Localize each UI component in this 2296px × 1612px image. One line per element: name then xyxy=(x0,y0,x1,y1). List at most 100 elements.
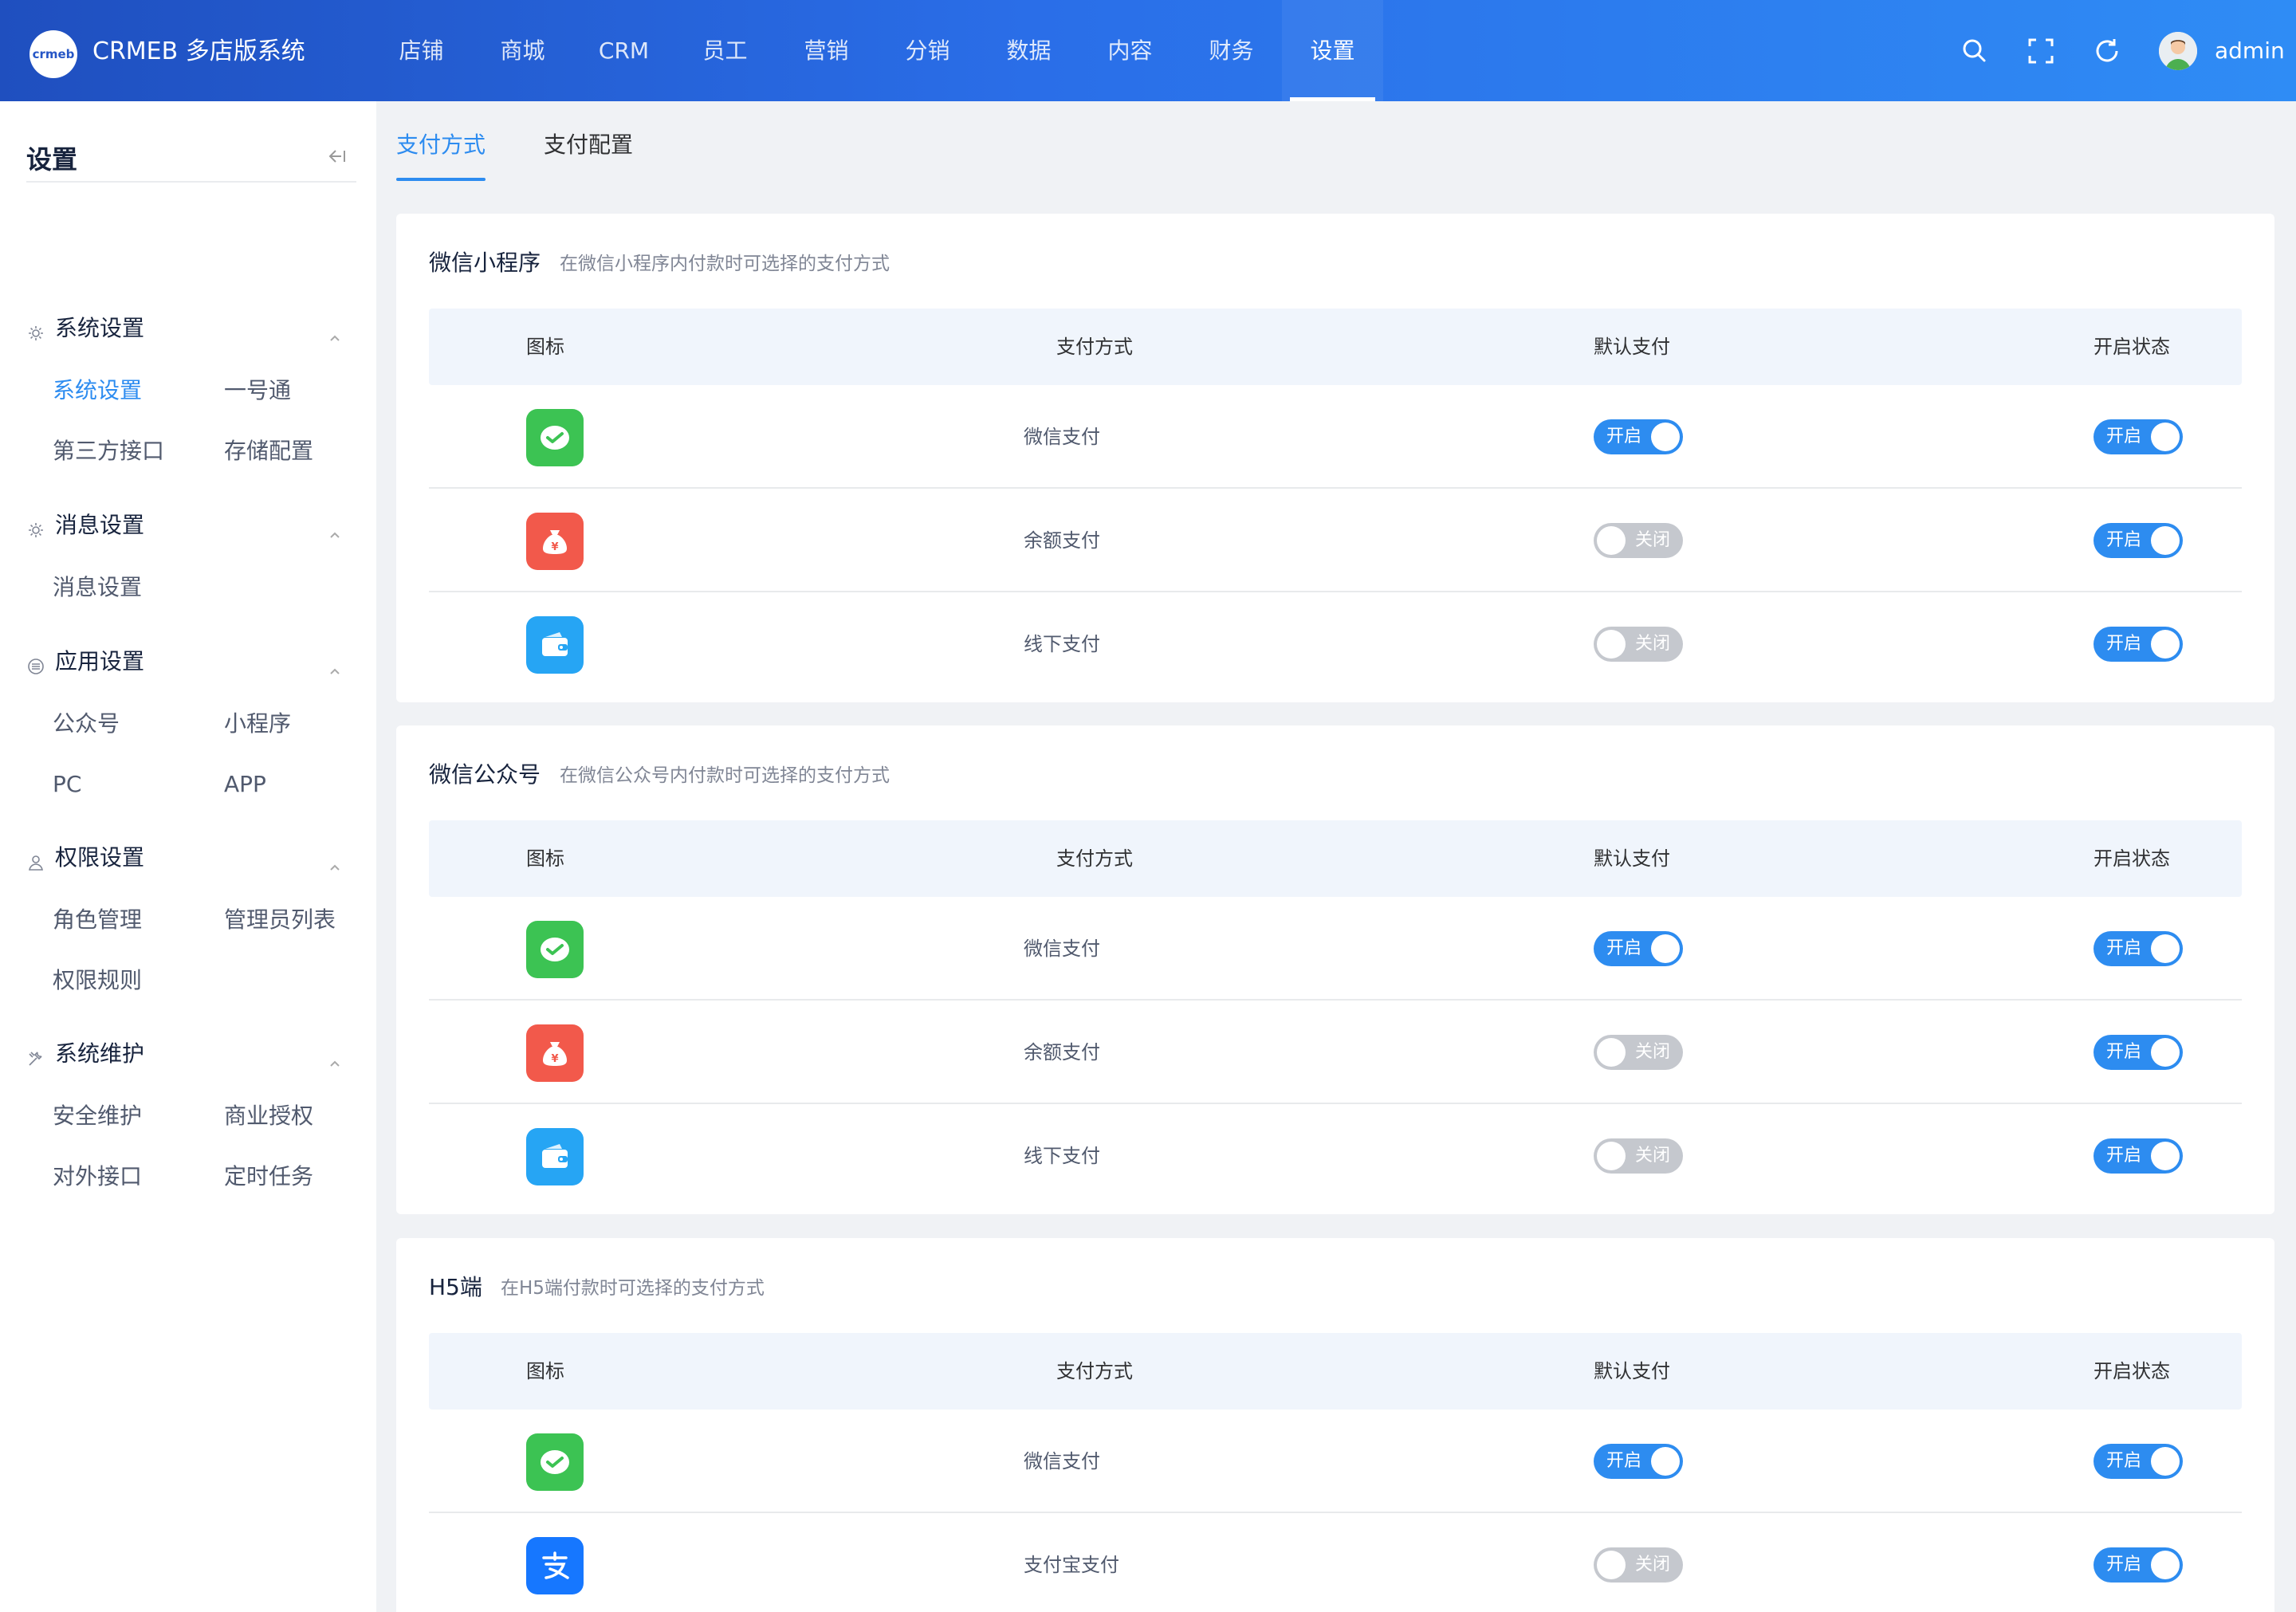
offline-pay-icon xyxy=(526,616,584,674)
enable-status-switch[interactable]: 开启 xyxy=(2094,1444,2183,1479)
sidebar-item[interactable]: 存储配置 xyxy=(224,435,313,467)
payment-method-name: 微信支付 xyxy=(1024,426,1100,448)
tab-payment-config[interactable]: 支付配置 xyxy=(544,125,633,165)
enable-status-switch[interactable]: 开启 xyxy=(2094,523,2183,558)
sidebar-item[interactable]: 对外接口 xyxy=(53,1161,142,1193)
logo[interactable]: crmeb xyxy=(29,30,77,78)
default-payment-switch[interactable]: 关闭 xyxy=(1594,1035,1683,1070)
sidebar-group: 应用设置 xyxy=(26,646,356,678)
switch-knob xyxy=(1597,630,1626,659)
search-icon[interactable] xyxy=(1959,35,1991,67)
nav-item[interactable]: 店铺 xyxy=(371,0,472,101)
nav-item[interactable]: 分销 xyxy=(877,0,978,101)
sidebar-group-header[interactable]: 系统设置 xyxy=(26,313,356,344)
wechat-pay-icon xyxy=(526,1433,584,1491)
switch-label: 关闭 xyxy=(1634,634,1670,654)
nav-item[interactable]: CRM xyxy=(573,0,674,101)
switch-label: 关闭 xyxy=(1634,1042,1670,1062)
enable-status-switch[interactable]: 开启 xyxy=(2094,1547,2183,1583)
sidebar-group-label: 消息设置 xyxy=(55,512,145,538)
default-payment-switch[interactable]: 关闭 xyxy=(1594,627,1683,662)
default-payment-switch[interactable]: 关闭 xyxy=(1594,1547,1683,1583)
switch-knob xyxy=(2151,1551,2180,1579)
sidebar-item[interactable]: 安全维护 xyxy=(53,1100,142,1132)
column-header: 开启状态 xyxy=(2094,1360,2170,1382)
sidebar-item[interactable]: 小程序 xyxy=(224,708,291,740)
nav-item[interactable]: 数据 xyxy=(978,0,1079,101)
top-navbar: crmeb CRMEB 多店版系统 店铺 商城 CRM 员工 营销 分销 数据 内容 财务 设置 … xyxy=(0,0,2296,101)
nav-item[interactable]: 商城 xyxy=(472,0,573,101)
svg-text:¥: ¥ xyxy=(551,1053,558,1065)
sidebar-item[interactable]: 商业授权 xyxy=(224,1100,313,1132)
sidebar-header: 设置 xyxy=(26,125,356,183)
switch-label: 开启 xyxy=(2106,427,2142,446)
sidebar-group-header[interactable]: 权限设置 xyxy=(26,842,356,874)
column-header: 图标 xyxy=(526,1360,564,1382)
sidebar-group-header[interactable]: 应用设置 xyxy=(26,646,356,678)
sidebar-item[interactable]: 系统设置 xyxy=(53,375,142,407)
enable-status-switch[interactable]: 开启 xyxy=(2094,627,2183,662)
sidebar-item[interactable]: 公众号 xyxy=(53,708,120,740)
sidebar-group-header[interactable]: 消息设置 xyxy=(26,509,356,541)
switch-label: 开启 xyxy=(2106,530,2142,550)
alipay-icon xyxy=(526,1537,584,1594)
table-row: ¥ 余额支付 关闭 开启 xyxy=(429,489,2242,592)
sidebar-item[interactable]: APP xyxy=(224,769,266,800)
switch-knob xyxy=(1597,1142,1626,1170)
nav-item[interactable]: 内容 xyxy=(1079,0,1181,101)
payment-method-name: 微信支付 xyxy=(1024,938,1100,960)
sidebar-item[interactable]: 定时任务 xyxy=(224,1161,313,1193)
switch-label: 关闭 xyxy=(1634,1555,1670,1575)
enable-status-switch[interactable]: 开启 xyxy=(2094,1138,2183,1174)
nav-item[interactable]: 员工 xyxy=(674,0,776,101)
chevron-up-icon xyxy=(328,1048,342,1067)
chevron-up-icon xyxy=(328,322,342,341)
enable-status-switch[interactable]: 开启 xyxy=(2094,1035,2183,1070)
sidebar-item[interactable]: 权限规则 xyxy=(53,965,142,997)
active-tab-indicator xyxy=(396,178,486,181)
payment-method-name: 线下支付 xyxy=(1024,633,1100,655)
default-payment-switch[interactable]: 开启 xyxy=(1594,419,1683,454)
tools-icon xyxy=(26,1045,45,1066)
tab-payment-methods[interactable]: 支付方式 xyxy=(396,125,486,165)
refresh-icon[interactable] xyxy=(2091,35,2123,67)
switch-label: 开启 xyxy=(2106,1451,2142,1471)
sidebar-item[interactable]: 第三方接口 xyxy=(53,435,164,467)
default-payment-switch[interactable]: 关闭 xyxy=(1594,1138,1683,1174)
sidebar-item[interactable]: PC xyxy=(53,769,81,800)
sidebar-group-header[interactable]: 系统维护 xyxy=(26,1038,356,1070)
avatar[interactable] xyxy=(2159,32,2197,70)
table-header: 图标 支付方式 默认支付 开启状态 xyxy=(429,1333,2242,1410)
section-title: 微信小程序 xyxy=(429,250,541,276)
table-header: 图标 支付方式 默认支付 开启状态 xyxy=(429,309,2242,385)
sidebar-item[interactable]: 角色管理 xyxy=(53,904,142,936)
user-icon xyxy=(26,849,45,871)
main-nav: 店铺 商城 CRM 员工 营销 分销 数据 内容 财务 设置 xyxy=(371,0,1383,101)
default-payment-switch[interactable]: 开启 xyxy=(1594,1444,1683,1479)
payment-method-name: 支付宝支付 xyxy=(1024,1554,1119,1576)
sidebar-group: 消息设置 xyxy=(26,509,356,541)
collapse-sidebar-icon[interactable] xyxy=(324,144,348,168)
payment-method-name: 余额支付 xyxy=(1024,529,1100,552)
table-row: 支付宝支付 关闭 开启 xyxy=(429,1513,2242,1612)
column-header: 图标 xyxy=(526,336,564,358)
enable-status-switch[interactable]: 开启 xyxy=(2094,419,2183,454)
admin-username[interactable]: admin xyxy=(2215,33,2285,69)
column-header: 支付方式 xyxy=(1056,847,1133,870)
nav-item[interactable]: 设置 xyxy=(1282,0,1383,101)
fullscreen-icon[interactable] xyxy=(2025,35,2057,67)
section-description: 在H5端付款时可选择的支付方式 xyxy=(501,1278,765,1299)
default-payment-switch[interactable]: 关闭 xyxy=(1594,523,1683,558)
sidebar-group-label: 系统维护 xyxy=(55,1040,145,1067)
sidebar-group-label: 权限设置 xyxy=(55,844,145,871)
sidebar-item[interactable]: 管理员列表 xyxy=(224,904,336,936)
section-title: 微信公众号 xyxy=(429,761,541,788)
switch-knob xyxy=(1597,526,1626,555)
default-payment-switch[interactable]: 开启 xyxy=(1594,931,1683,966)
nav-item[interactable]: 财务 xyxy=(1181,0,1282,101)
enable-status-switch[interactable]: 开启 xyxy=(2094,931,2183,966)
sidebar-item[interactable]: 消息设置 xyxy=(53,572,142,604)
nav-item[interactable]: 营销 xyxy=(776,0,877,101)
sidebar-item[interactable]: 一号通 xyxy=(224,375,291,407)
column-header: 支付方式 xyxy=(1056,1360,1133,1382)
